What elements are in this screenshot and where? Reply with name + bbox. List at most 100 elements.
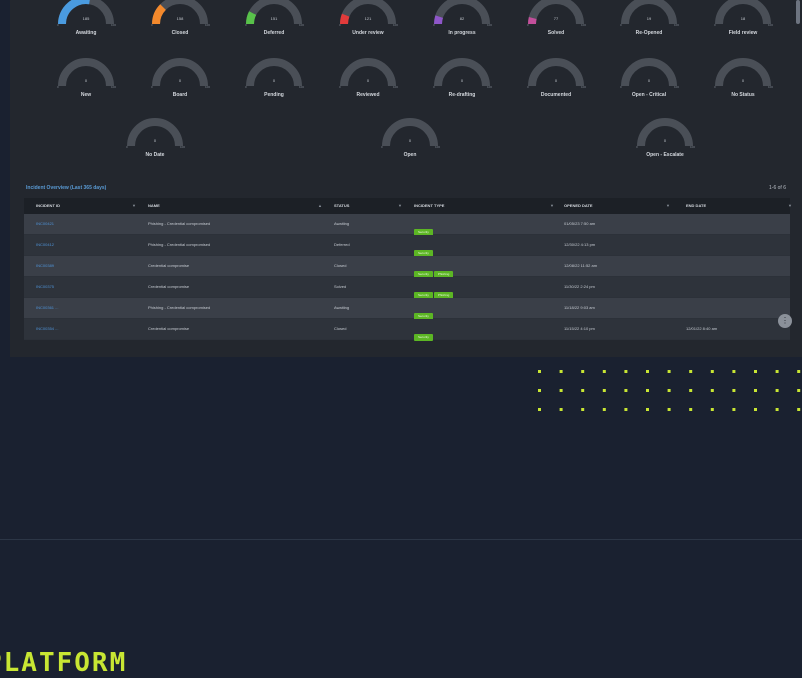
gauge-label: Field review xyxy=(728,30,758,36)
table-row[interactable]: INC00354 ... Credential compromise Closed… xyxy=(24,319,790,341)
gauge[interactable]: 0 0 100 Open xyxy=(377,116,443,162)
gauge[interactable]: 121 0 100 Under review xyxy=(335,0,401,40)
gauge[interactable]: 0 0 100 No Date xyxy=(122,116,188,162)
gauge-max: 100 xyxy=(673,23,679,27)
gauge-label: Awaiting xyxy=(75,30,97,36)
column-header-end[interactable]: END DATE ▼ xyxy=(686,203,792,208)
incident-opened-date: 11/30/22 2:24 pm xyxy=(564,284,595,289)
gauge-arc xyxy=(127,118,183,147)
gauge-label: Under review xyxy=(352,30,384,36)
gauge-min: 0 xyxy=(620,23,622,27)
incident-status: Deferred xyxy=(334,242,350,247)
gauge[interactable]: 185 0 100 Awaiting xyxy=(53,0,119,40)
gauge-arc xyxy=(528,58,584,87)
gauge[interactable]: 19 0 100 Re-Opened xyxy=(616,0,682,40)
gauge-min: 0 xyxy=(151,85,153,89)
gauge-max: 100 xyxy=(767,85,773,89)
column-header-opened[interactable]: OPENED DATE ▼ xyxy=(564,203,670,208)
incident-id-link[interactable]: INC00421 xyxy=(36,221,54,226)
table-row[interactable]: INC00412 Phishing - Credential compromise… xyxy=(24,235,790,257)
incident-name: Credential compromise xyxy=(148,326,190,331)
gauge-max: 100 xyxy=(580,23,586,27)
gauge[interactable]: 0 0 100 Re-drafting xyxy=(429,56,495,102)
gauge[interactable]: 0 0 100 Documented xyxy=(523,56,589,102)
gauge-label: Re-drafting xyxy=(448,92,476,98)
gauge-min: 0 xyxy=(245,85,247,89)
table-row[interactable]: INC00375 Credential compromise Solved Secur… xyxy=(24,277,790,299)
gauge[interactable]: 0 0 100 Open - Critical xyxy=(616,56,682,102)
gauge-arc xyxy=(58,58,114,87)
incident-opened-date: 12/30/22 4:13 pm xyxy=(564,242,596,247)
incident-status: Closed xyxy=(334,326,347,331)
gauge-value: 19 xyxy=(646,16,652,21)
gauge[interactable]: 0 0 100 Open - Escalate xyxy=(632,116,698,162)
gauge[interactable]: 0 0 100 Pending xyxy=(241,56,307,102)
incident-id-link[interactable]: INC00375 xyxy=(36,284,54,289)
gauge[interactable]: 0 0 100 Reviewed xyxy=(335,56,401,102)
column-header-id[interactable]: INCIDENT ID ▼ xyxy=(36,203,136,208)
gauge-max: 100 xyxy=(689,145,695,149)
gauge[interactable]: 151 0 100 Deferred xyxy=(241,0,307,40)
gauge[interactable]: 18 0 100 Field review xyxy=(710,0,776,40)
gauge-arc xyxy=(528,0,584,25)
gauge-value: 0 xyxy=(178,78,182,83)
gauge[interactable]: 82 0 100 In progress xyxy=(429,0,495,40)
incident-table: INCIDENT ID ▼ NAME ▲ STATUS ▼ INCIDENT TYPE… xyxy=(24,198,792,341)
gauge-arc xyxy=(340,0,396,25)
incident-id-link[interactable]: INC00389 xyxy=(36,263,54,268)
incident-name: Phishing - Credential compromised xyxy=(148,221,211,226)
gauge-arc xyxy=(715,0,771,25)
gauge-value: 158 xyxy=(176,16,184,21)
column-header-status[interactable]: STATUS ▼ xyxy=(334,203,402,208)
gauge-min: 0 xyxy=(527,85,529,89)
gauge-value: 0 xyxy=(647,78,651,83)
gauge-value: 0 xyxy=(460,78,464,83)
gauge-value: 82 xyxy=(459,16,465,21)
incident-status: Awaiting xyxy=(334,221,350,226)
gauge-arc xyxy=(382,118,438,147)
incident-name: Credential compromise xyxy=(148,284,190,289)
column-header-name[interactable]: NAME ▲ xyxy=(148,203,322,208)
gauge-value: 121 xyxy=(364,16,372,21)
gauge-min: 0 xyxy=(381,145,383,149)
scrollbar[interactable] xyxy=(796,0,800,24)
gauge-arc xyxy=(434,0,490,25)
gauge-min: 0 xyxy=(339,23,341,27)
incident-opened-date: 11/18/22 9:03 am xyxy=(564,305,595,310)
column-header-type[interactable]: INCIDENT TYPE ▼ xyxy=(414,203,554,208)
gauge-value: 0 xyxy=(408,138,412,143)
gauge-max: 100 xyxy=(298,23,304,27)
gauge-max: 100 xyxy=(580,85,586,89)
gauge-value: 0 xyxy=(663,138,667,143)
table-row[interactable]: INC00389 Credential compromise Closed Secur… xyxy=(24,256,790,278)
section-divider xyxy=(0,539,802,540)
incident-id-link[interactable]: INC00361 ... xyxy=(36,305,58,310)
incident-opened-date: 12/08/22 11:52 am xyxy=(564,263,598,268)
gauge-min: 0 xyxy=(714,85,716,89)
table-row[interactable]: INC00361 ... Phishing - Credential compr… xyxy=(24,298,790,320)
table-row[interactable]: INC00421 Phishing - Credential compromise… xyxy=(24,214,790,236)
gauge-min: 0 xyxy=(620,85,622,89)
gauge[interactable]: 0 0 100 New xyxy=(53,56,119,102)
incident-id-link[interactable]: INC00354 ... xyxy=(36,326,58,331)
gauge-label: In progress xyxy=(448,30,476,36)
gauge-min: 0 xyxy=(57,85,59,89)
gauge-value: 0 xyxy=(741,78,745,83)
gauge[interactable]: 77 0 100 Solved xyxy=(523,0,589,40)
gauge-max: 100 xyxy=(204,23,210,27)
gauge-arc xyxy=(152,58,208,87)
incident-id-link[interactable]: INC00412 xyxy=(36,242,54,247)
gauge[interactable]: 0 0 100 No Status xyxy=(710,56,776,102)
gauge-max: 100 xyxy=(204,85,210,89)
gauge[interactable]: 0 0 100 Board xyxy=(147,56,213,102)
gauge-max: 100 xyxy=(110,23,116,27)
gauge-arc xyxy=(340,58,396,87)
gauge-min: 0 xyxy=(151,23,153,27)
gauge[interactable]: 158 0 100 Closed xyxy=(147,0,213,40)
gauge-label: Open xyxy=(403,152,417,158)
gauge-value: 0 xyxy=(366,78,370,83)
more-button[interactable]: ⋮ xyxy=(778,314,792,328)
gauge-value: 0 xyxy=(153,138,157,143)
gauge-arc xyxy=(621,58,677,87)
incident-name: Phishing - Credential compromised xyxy=(148,305,211,310)
